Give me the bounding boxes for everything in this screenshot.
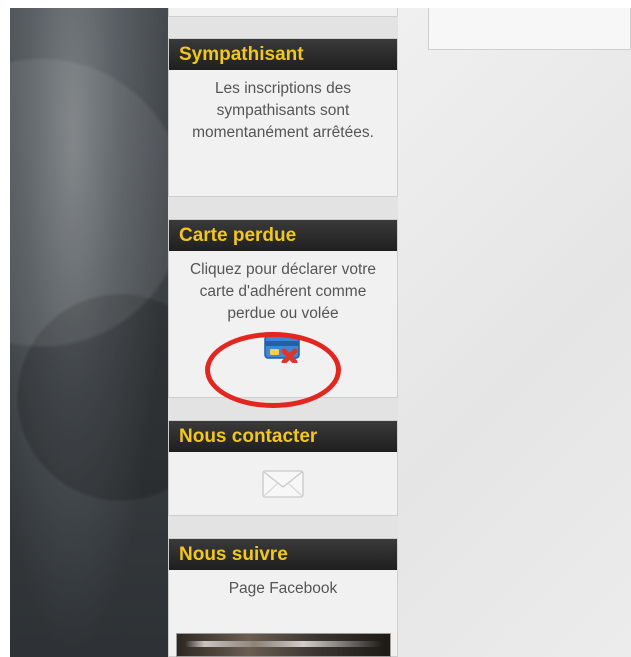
carte-perdue-widget: Carte perdue Cliquez pour déclarer votre…: [168, 219, 398, 398]
lost-card-icon[interactable]: [264, 333, 302, 363]
facebook-page-link[interactable]: Page Facebook: [229, 580, 338, 597]
carte-perdue-body: Cliquez pour déclarer votre carte d'adhé…: [169, 251, 397, 373]
main-content-box: [428, 8, 631, 50]
left-background-image: [10, 8, 168, 657]
facebook-preview-image[interactable]: [176, 633, 391, 657]
nous-suivre-body: Page Facebook: [169, 570, 397, 610]
nous-suivre-title: Nous suivre: [169, 539, 397, 570]
sympathisant-title: Sympathisant: [169, 39, 397, 70]
contact-icon-wrap: [169, 452, 397, 515]
previous-widget-bottom: [168, 8, 398, 17]
carte-perdue-text: Cliquez pour déclarer votre carte d'adhé…: [189, 261, 377, 322]
sympathisant-widget: Sympathisant Les inscriptions des sympat…: [168, 38, 398, 197]
envelope-icon[interactable]: [260, 467, 306, 501]
nous-contacter-widget: Nous contacter: [168, 420, 398, 516]
top-margin: [0, 0, 631, 8]
nous-contacter-title: Nous contacter: [169, 421, 397, 452]
left-margin: [0, 0, 10, 657]
carte-perdue-title: Carte perdue: [169, 220, 397, 251]
sympathisant-text: Les inscriptions des sympathisants sont …: [192, 80, 374, 141]
main-content-area: [398, 8, 631, 657]
